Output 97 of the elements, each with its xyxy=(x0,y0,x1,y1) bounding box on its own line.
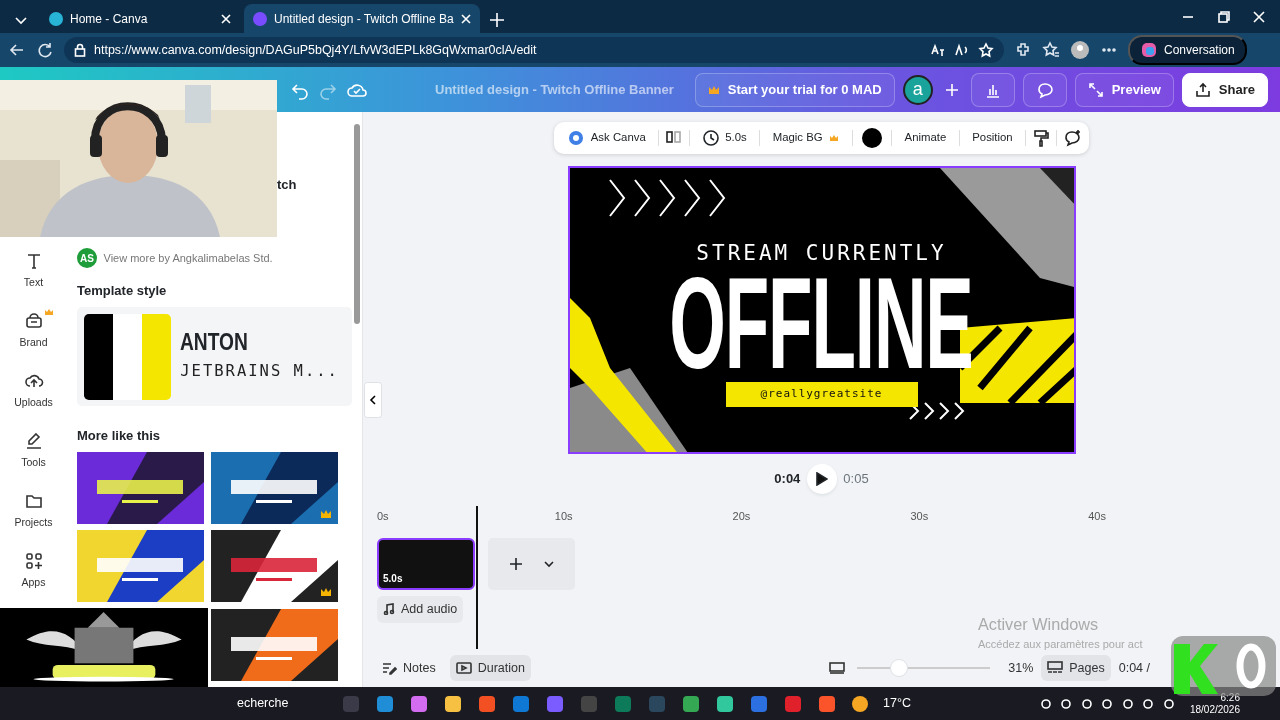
address-bar[interactable]: https://www.canva.com/design/DAGuP5bQj4Y/LfvW3dEPLk8GqWxmar0clA/edit xyxy=(64,37,1004,63)
lock-icon xyxy=(74,43,86,57)
banner-title[interactable]: OFFLINE xyxy=(669,269,974,377)
play-icon xyxy=(815,472,828,486)
temperature: 17°C xyxy=(883,695,911,713)
collapse-button[interactable] xyxy=(364,382,382,418)
timeline-clip[interactable]: 5.0s xyxy=(377,537,475,590)
app-icon[interactable] xyxy=(545,693,565,714)
brand-icon xyxy=(23,311,44,331)
banner-handle[interactable]: @reallygreatsite xyxy=(725,382,918,407)
read-aloud-icon[interactable] xyxy=(954,42,970,58)
crown-icon xyxy=(43,308,54,316)
add-comment-icon[interactable] xyxy=(1063,129,1082,147)
section-heading: More like this xyxy=(77,426,162,445)
windows-notice-title: Activer Windows xyxy=(978,614,1100,635)
timeline-tick: 20s xyxy=(732,509,752,524)
play-box-icon xyxy=(455,660,472,676)
clock-icon xyxy=(702,130,719,146)
browser-tab[interactable]: Untitled design - Twitch Offline Ba xyxy=(244,4,480,33)
footer-time: 0:04 / xyxy=(1118,659,1150,677)
pages-icon xyxy=(1047,660,1064,676)
magic-bg-button[interactable]: Magic BG xyxy=(766,126,846,150)
clock-date: 18/02/2026 xyxy=(1189,703,1240,716)
reload-icon[interactable] xyxy=(36,41,54,59)
browser-tab[interactable]: Home - Canva xyxy=(40,4,240,33)
font-name: JETBRAINS M... xyxy=(180,361,339,383)
star-icon[interactable] xyxy=(978,42,994,58)
sidebar-item[interactable]: Brand xyxy=(3,310,64,370)
extensions-icon[interactable] xyxy=(1014,41,1032,59)
timeline-tick: 10s xyxy=(554,509,574,524)
windows-notice-text: Accédez aux paramètres pour act xyxy=(978,637,1143,653)
trial-button[interactable]: Start your trial for 0 MAD xyxy=(694,72,895,107)
notes-icon xyxy=(381,660,397,676)
clock-time: 6:26 xyxy=(1220,691,1240,704)
close-icon[interactable] xyxy=(1251,8,1267,25)
timeline-tick: 40s xyxy=(1088,509,1107,524)
profile-icon[interactable] xyxy=(1070,40,1090,60)
toolbar-button[interactable]: Animate xyxy=(898,126,953,150)
add-icon xyxy=(507,555,524,572)
zoom-percent: 31% xyxy=(1008,659,1034,677)
duration-tab[interactable]: Duration xyxy=(449,654,531,682)
toolbar-button[interactable]: Position xyxy=(965,126,1020,150)
notes-button[interactable]: Notes xyxy=(375,654,442,682)
crown-icon xyxy=(829,134,840,142)
weather-icon xyxy=(851,694,869,713)
ask-canva-button[interactable]: Ask Canva xyxy=(561,126,653,150)
music-icon xyxy=(383,603,395,616)
style-card[interactable]: ANTON JETBRAINS M... xyxy=(77,307,352,406)
crown-icon xyxy=(707,84,720,95)
timeline-tick: 0s xyxy=(377,509,390,524)
sidebar-item[interactable]: Tools xyxy=(3,430,64,490)
taskbar-search[interactable]: echerche xyxy=(237,694,327,713)
share-button[interactable]: Share xyxy=(1181,72,1268,107)
sidebar-item[interactable]: Text xyxy=(3,250,64,310)
canva-icon xyxy=(252,10,268,27)
banner-subtitle[interactable]: STREAM CURRENTLY xyxy=(696,238,947,270)
add-audio-button[interactable]: Add audio xyxy=(377,596,464,623)
page-view-icon[interactable] xyxy=(828,660,845,676)
close-icon[interactable] xyxy=(220,12,232,25)
comments-button[interactable] xyxy=(1022,72,1067,107)
sparkle-icon xyxy=(568,130,585,146)
comment-icon xyxy=(1035,80,1054,99)
canva-icon xyxy=(48,10,64,27)
paint-roller-icon[interactable] xyxy=(1032,129,1051,147)
clip-duration: 5.0s xyxy=(383,571,403,586)
slider-thumb[interactable] xyxy=(890,659,909,677)
favorites-icon[interactable] xyxy=(1042,41,1060,59)
font-name: ANTON xyxy=(180,329,250,354)
share-icon xyxy=(1194,81,1211,98)
section-heading: Template style xyxy=(77,282,168,300)
author-avatar: AS xyxy=(77,248,97,268)
total-time: 0:05 xyxy=(843,470,869,489)
sidebar-item[interactable]: Projects xyxy=(3,490,64,550)
insights-button[interactable] xyxy=(970,72,1015,107)
scrollbar[interactable] xyxy=(354,124,360,324)
close-icon[interactable] xyxy=(459,12,472,25)
duration-button[interactable]: 5.0s xyxy=(696,126,754,150)
sidebar-item[interactable]: Apps xyxy=(3,550,64,610)
color-swatch[interactable] xyxy=(861,128,882,148)
author-link[interactable]: View more by Angkalimabelas Std. xyxy=(103,249,273,267)
app-icon[interactable] xyxy=(409,693,429,714)
panel-heading: tch xyxy=(277,176,298,194)
translate-icon[interactable] xyxy=(930,42,946,58)
play-button[interactable] xyxy=(806,464,837,494)
restore-icon[interactable] xyxy=(1215,8,1232,25)
preview-button[interactable]: Preview xyxy=(1074,72,1174,107)
sidebar-item[interactable]: Uploads xyxy=(3,370,64,430)
expand-icon xyxy=(1087,81,1104,98)
chevron-left-icon xyxy=(368,395,378,406)
copilot-button[interactable]: Conversation xyxy=(1128,35,1247,65)
timeline-tick: 30s xyxy=(910,509,930,524)
apps-icon xyxy=(23,551,44,571)
current-time: 0:04 xyxy=(774,470,801,489)
pages-button[interactable]: Pages xyxy=(1041,654,1111,682)
app-icon[interactable] xyxy=(749,693,769,714)
app-icon[interactable] xyxy=(715,693,735,714)
copilot-icon xyxy=(1140,41,1158,59)
